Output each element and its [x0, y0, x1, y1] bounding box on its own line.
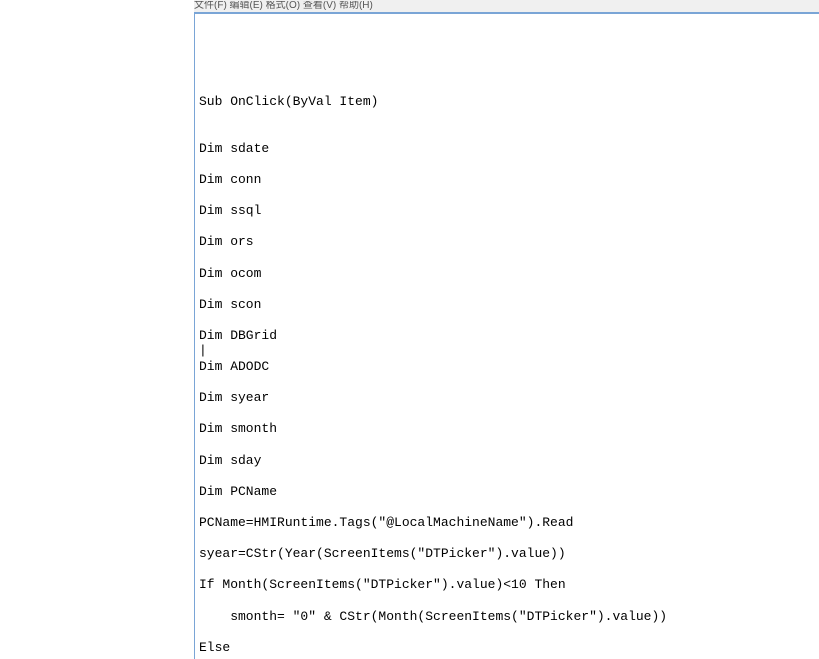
code-line: Dim scon [199, 297, 817, 313]
code-line: Dim conn [199, 172, 817, 188]
code-line: Dim sday [199, 453, 817, 469]
code-line [199, 655, 817, 659]
code-line: Dim sdate [199, 141, 817, 157]
menubar[interactable]: 文件(F) 编辑(E) 格式(O) 查看(V) 帮助(H) [194, 0, 819, 14]
code-line: Dim ors [199, 234, 817, 250]
code-line: If Month(ScreenItems("DTPicker").value)<… [199, 577, 817, 593]
code-line [199, 375, 817, 391]
code-line [199, 499, 817, 515]
code-line: Sub OnClick(ByVal Item) [199, 94, 817, 110]
code-line: syear=CStr(Year(ScreenItems("DTPicker").… [199, 546, 817, 562]
code-line [199, 188, 817, 204]
code-line: smonth= "0" & CStr(Month(ScreenItems("DT… [199, 609, 817, 625]
code-line: Dim ADODC [199, 359, 817, 375]
code-line [199, 562, 817, 578]
code-line [199, 156, 817, 172]
code-line [199, 468, 817, 484]
code-line: Dim smonth [199, 421, 817, 437]
code-line: Dim ssql [199, 203, 817, 219]
code-line [199, 110, 817, 126]
code-line [199, 437, 817, 453]
code-editor[interactable]: 西门子工业 找答案 support.industry.siemens.com/c… [194, 14, 819, 659]
code-line: Else [199, 640, 817, 656]
code-line [199, 281, 817, 297]
code-line [199, 531, 817, 547]
code-line [199, 219, 817, 235]
code-line: PCName=HMIRuntime.Tags("@LocalMachineNam… [199, 515, 817, 531]
code-line [199, 125, 817, 141]
code-line [199, 624, 817, 640]
code-line [199, 312, 817, 328]
menubar-items[interactable]: 文件(F) 编辑(E) 格式(O) 查看(V) 帮助(H) [194, 1, 373, 11]
code-line [199, 250, 817, 266]
code-line: Dim syear [199, 390, 817, 406]
code-line: | [199, 343, 817, 359]
code-line: Dim ocom [199, 266, 817, 282]
code-line: Dim PCName [199, 484, 817, 500]
code-line: Dim DBGrid [199, 328, 817, 344]
code-content: Sub OnClick(ByVal Item) Dim sdate Dim co… [199, 94, 817, 659]
code-line [199, 593, 817, 609]
code-line [199, 406, 817, 422]
